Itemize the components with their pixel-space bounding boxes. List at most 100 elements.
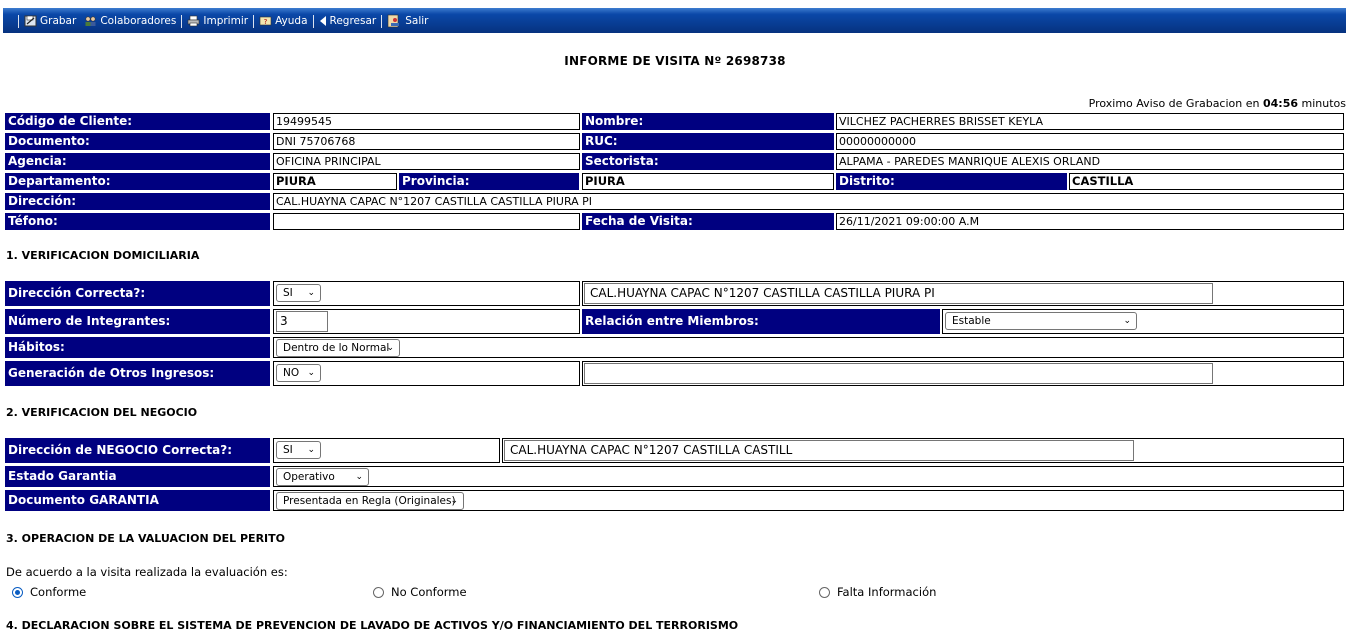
direccion-correcta-input[interactable]: CAL.HUAYNA CAPAC N°1207 CASTILLA CASTILL… <box>584 283 1213 304</box>
salir-button[interactable]: Salir <box>387 14 429 28</box>
ayuda-button[interactable]: ? Ayuda <box>259 15 308 27</box>
toolbar: Grabar Colaboradores Imprimir ? Ayuda Re… <box>3 8 1346 33</box>
autosave-timer: 04:56 <box>1262 97 1298 110</box>
documento-garantia-label: Documento GARANTIA <box>5 490 270 511</box>
radio-unchecked-icon <box>819 586 830 598</box>
radio-falta-informacion-label: Falta Información <box>837 585 937 599</box>
documento-label: Documento: <box>5 133 270 150</box>
otros-ingresos-select[interactable]: NO ⌄ <box>276 364 321 382</box>
fecha-visita-label: Fecha de Visita: <box>582 213 834 230</box>
direccion-negocio-select-value: SI <box>283 444 293 456</box>
chevron-down-icon: ⌄ <box>307 445 315 455</box>
integrantes-input[interactable]: 3 <box>276 311 328 332</box>
radio-checked-icon <box>12 586 23 598</box>
departamento-value: PIURA <box>273 173 397 190</box>
nombre-label: Nombre: <box>582 113 834 130</box>
colaboradores-button[interactable]: Colaboradores <box>84 15 176 27</box>
departamento-label: Departamento: <box>5 173 270 190</box>
back-arrow-icon <box>319 16 326 26</box>
toolbar-separator <box>181 14 183 28</box>
direccion-negocio-input[interactable]: CAL.HUAYNA CAPAC N°1207 CASTILLA CASTILL <box>504 440 1134 461</box>
radio-no-conforme-label: No Conforme <box>391 585 467 599</box>
users-icon <box>85 16 96 26</box>
autosave-suffix: minutos <box>1301 97 1347 110</box>
save-icon <box>24 15 37 27</box>
habitos-label: Hábitos: <box>5 337 270 358</box>
chevron-down-icon: ⌄ <box>355 472 363 482</box>
toolbar-separator <box>18 14 19 28</box>
direccion-negocio-select[interactable]: SI ⌄ <box>276 441 321 459</box>
integrantes-label: Número de Integrantes: <box>5 309 270 334</box>
direccion-value: CAL.HUAYNA CAPAC N°1207 CASTILLA CASTILL… <box>273 193 1344 210</box>
chevron-down-icon: ⌄ <box>307 288 315 298</box>
otros-ingresos-label: Generación de Otros Ingresos: <box>5 361 270 386</box>
ruc-label: RUC: <box>582 133 834 150</box>
agencia-value: OFICINA PRINCIPAL <box>273 153 580 170</box>
documento-garantia-select-value: Presentada en Regla (Originales) <box>283 495 456 507</box>
printer-icon <box>188 15 200 27</box>
relacion-miembros-select[interactable]: Estable ⌄ <box>945 312 1137 330</box>
imprimir-label: Imprimir <box>203 15 249 27</box>
radio-no-conforme[interactable]: No Conforme <box>373 585 467 599</box>
direccion-correcta-label: Dirección Correcta?: <box>5 281 270 306</box>
codigo-cliente-value: 19499545 <box>273 113 580 130</box>
agencia-label: Agencia: <box>5 153 270 170</box>
direccion-correcta-select-value: SI <box>283 287 293 299</box>
nombre-value: VILCHEZ PACHERRES BRISSET KEYLA <box>836 113 1344 130</box>
otros-ingresos-input[interactable] <box>584 363 1213 384</box>
sectorista-value: ALPAMA - PAREDES MANRIQUE ALEXIS ORLAND <box>836 153 1344 170</box>
estado-garantia-select-value: Operativo <box>283 471 335 483</box>
direccion-correcta-select[interactable]: SI ⌄ <box>276 284 321 302</box>
relacion-miembros-label: Relación entre Miembros: <box>582 309 940 334</box>
toolbar-separator <box>381 14 383 28</box>
radio-conforme-label: Conforme <box>30 585 87 599</box>
direccion-label: Dirección: <box>5 193 270 210</box>
section-3-title: 3. OPERACION DE LA VALUACION DEL PERITO <box>6 532 285 545</box>
sectorista-label: Sectorista: <box>582 153 834 170</box>
distrito-value: CASTILLA <box>1069 173 1344 190</box>
help-icon: ? <box>259 16 272 26</box>
habitos-cell <box>273 337 1344 358</box>
documento-value: DNI 75706768 <box>273 133 580 150</box>
radio-falta-informacion[interactable]: Falta Información <box>819 585 936 599</box>
grabar-label: Grabar <box>40 15 77 27</box>
habitos-select-value: Dentro de lo Normal <box>283 342 390 354</box>
provincia-label: Provincia: <box>399 173 579 190</box>
radio-conforme[interactable]: Conforme <box>12 585 86 599</box>
toolbar-separator <box>312 14 314 28</box>
chevron-down-icon: ⌄ <box>450 496 458 506</box>
colaboradores-label: Colaboradores <box>100 15 177 27</box>
ayuda-label: Ayuda <box>275 15 308 27</box>
regresar-button[interactable]: Regresar <box>319 15 377 27</box>
section-2-title: 2. VERIFICACION DEL NEGOCIO <box>6 406 198 419</box>
imprimir-button[interactable]: Imprimir <box>187 15 248 27</box>
chevron-down-icon: ⌄ <box>307 368 315 378</box>
evaluacion-question: De acuerdo a la visita realizada la eval… <box>6 565 288 579</box>
grabar-button[interactable]: Grabar <box>24 15 76 27</box>
relacion-miembros-select-value: Estable <box>952 315 991 327</box>
salir-label: Salir <box>405 15 429 27</box>
documento-garantia-select[interactable]: Presentada en Regla (Originales) ⌄ <box>276 492 464 510</box>
fecha-visita-value: 26/11/2021 09:00:00 A.M <box>836 213 1344 230</box>
telefono-label: Téfono: <box>5 213 270 230</box>
codigo-cliente-label: Código de Cliente: <box>5 113 270 130</box>
estado-garantia-cell <box>273 466 1344 487</box>
estado-garantia-label: Estado Garantia <box>5 466 270 487</box>
section-4-title: 4. DECLARACION SOBRE EL SISTEMA DE PREVE… <box>6 619 739 632</box>
provincia-value: PIURA <box>582 173 834 190</box>
section-1-title: 1. VERIFICACION DOMICILIARIA <box>6 249 200 262</box>
chevron-down-icon: ⌄ <box>386 343 394 353</box>
radio-unchecked-icon <box>373 586 384 598</box>
regresar-label: Regresar <box>329 15 377 27</box>
autosave-notice: Proximo Aviso de Grabacion en 04:56 minu… <box>1089 97 1346 110</box>
otros-ingresos-select-value: NO <box>283 367 300 379</box>
direccion-negocio-label: Dirección de NEGOCIO Correcta?: <box>5 438 270 463</box>
telefono-value <box>273 213 580 230</box>
habitos-select[interactable]: Dentro de lo Normal ⌄ <box>276 339 400 357</box>
estado-garantia-select[interactable]: Operativo ⌄ <box>276 468 369 486</box>
autosave-prefix: Proximo Aviso de Grabacion en <box>1088 97 1260 110</box>
page-title: INFORME DE VISITA Nº 2698738 <box>564 54 786 68</box>
toolbar-separator <box>253 14 255 28</box>
distrito-label: Distrito: <box>836 173 1067 190</box>
chevron-down-icon: ⌄ <box>1123 316 1131 326</box>
